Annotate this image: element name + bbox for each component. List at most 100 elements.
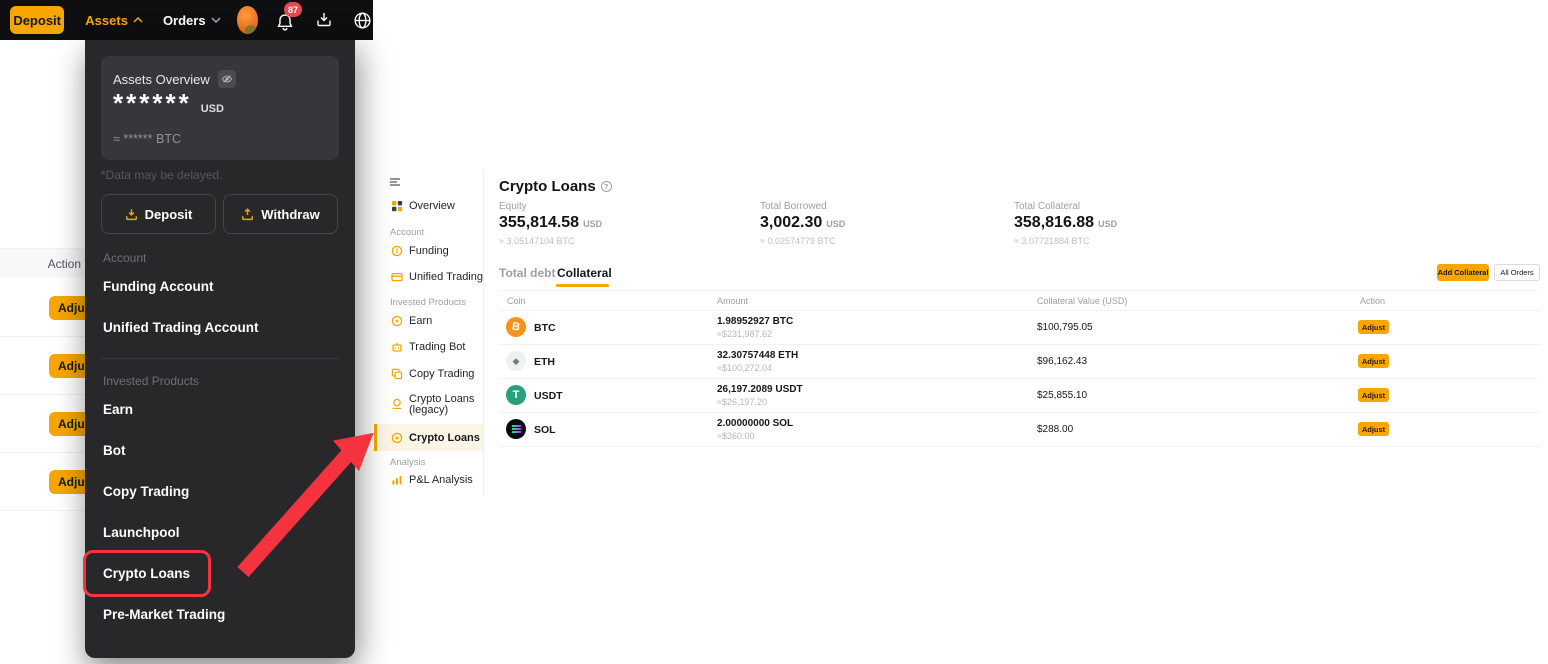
nav-orders-label: Orders — [163, 13, 206, 28]
menu-item-earn[interactable]: Earn — [103, 402, 133, 417]
col-header-coin: Coin — [507, 296, 526, 306]
menu-item-copy-trading[interactable]: Copy Trading — [103, 484, 189, 499]
divider — [499, 378, 1540, 379]
page-title: Crypto Loans ? — [499, 178, 612, 195]
divider — [101, 358, 339, 359]
all-orders-button[interactable]: All Orders — [1494, 264, 1540, 281]
nav-orders-menu[interactable]: Orders — [163, 13, 221, 28]
menu-item-launchpool[interactable]: Launchpool — [103, 525, 180, 540]
chevron-down-icon — [211, 17, 221, 23]
page-title-text: Crypto Loans — [499, 178, 596, 195]
screen: Action Adjust Adjust Adjust Adjust Depos… — [0, 0, 1548, 664]
divider — [499, 290, 1540, 291]
masked-balance: ****** — [113, 88, 192, 119]
dropdown-deposit-label: Deposit — [145, 207, 193, 222]
adjust-button[interactable]: Adjust — [1358, 422, 1389, 436]
equity-label: Equity — [499, 201, 527, 212]
total-borrowed-currency: USD — [826, 219, 845, 229]
sidebar-section-account: Account — [390, 227, 424, 238]
collateral-value: $100,795.05 — [1037, 322, 1093, 333]
add-collateral-button[interactable]: Add Collateral — [1437, 264, 1489, 281]
menu-item-bot[interactable]: Bot — [103, 443, 126, 458]
dropdown-withdraw-button[interactable]: Withdraw — [223, 194, 338, 234]
nav-assets-menu[interactable]: Assets — [85, 13, 143, 28]
sidebar-item-crypto-loans-active[interactable]: Crypto Loans — [374, 424, 483, 451]
btc-coin-icon: B — [506, 317, 526, 337]
deposit-button[interactable]: Deposit — [10, 6, 64, 34]
menu-item-unified-trading-account[interactable]: Unified Trading Account — [103, 320, 259, 335]
sidebar-item-crypto-loans-legacy[interactable]: Crypto Loans (legacy) — [391, 394, 485, 416]
amount: 2.00000000 SOL — [717, 418, 793, 429]
sidebar-item-unified-trading[interactable]: Unified Trading — [391, 271, 483, 283]
total-borrowed-btc: ≈ 0.02574779 BTC — [760, 236, 836, 246]
funding-icon — [391, 245, 403, 257]
globe-icon — [352, 10, 373, 31]
divider — [0, 394, 86, 395]
action-column-header: Action — [48, 257, 81, 271]
coin-symbol: SOL — [534, 424, 556, 436]
amount-usd: ≈$100,272.04 — [717, 363, 772, 373]
sidebar-item-trading-bot[interactable]: Trading Bot — [391, 341, 465, 353]
earn-icon — [391, 315, 403, 327]
balance-currency: USD — [201, 103, 224, 115]
total-borrowed-label: Total Borrowed — [760, 201, 827, 212]
nav-assets-label: Assets — [85, 13, 128, 28]
toggle-balance-visibility[interactable] — [218, 70, 236, 88]
divider — [499, 446, 1540, 447]
adjust-button[interactable]: Adjust — [1358, 388, 1389, 402]
crypto-loans-legacy-icon — [391, 398, 403, 410]
amount: 32.30757448 ETH — [717, 350, 798, 361]
sidebar-section-analysis: Analysis — [390, 457, 425, 468]
language-button[interactable] — [352, 9, 373, 31]
sidebar-item-pnl-analysis[interactable]: P&L Analysis — [391, 474, 473, 486]
sidebar-item-earn[interactable]: Earn — [391, 315, 432, 327]
amount-usd: ≈$360.00 — [717, 431, 754, 441]
amount: 1.98952927 BTC — [717, 316, 793, 327]
sidebar-collapse-button[interactable] — [389, 176, 401, 188]
equity-currency: USD — [583, 219, 602, 229]
invested-products-section-label: Invested Products — [103, 374, 199, 388]
notification-bell[interactable]: 87 — [274, 6, 296, 34]
download-button[interactable] — [314, 9, 334, 31]
sidebar-item-copy-trading[interactable]: Copy Trading — [391, 368, 474, 380]
equity-value: 355,814.58 USD — [499, 214, 602, 232]
collateral-value: $288.00 — [1037, 424, 1073, 435]
adjust-button[interactable]: Adjust — [1358, 320, 1389, 334]
menu-item-funding-account[interactable]: Funding Account — [103, 279, 213, 294]
avatar-detail — [245, 25, 257, 34]
tab-total-debt[interactable]: Total debt — [499, 266, 555, 280]
total-borrowed-amount: 3,002.30 — [760, 214, 822, 232]
dropdown-deposit-button[interactable]: Deposit — [101, 194, 216, 234]
chevron-up-icon — [133, 17, 143, 23]
divider — [0, 452, 86, 453]
usdt-coin-icon: T — [506, 385, 526, 405]
copy-trading-icon — [391, 368, 403, 380]
amount: 26,197.2089 USDT — [717, 384, 803, 395]
unified-trading-icon — [391, 271, 403, 283]
divider — [499, 310, 1540, 311]
avatar[interactable] — [237, 6, 258, 34]
data-delay-note: *Data may be delayed. — [101, 168, 222, 182]
eye-off-icon — [221, 73, 233, 85]
total-collateral-btc: ≈ 3.07721884 BTC — [1014, 236, 1090, 246]
sidebar-item-label: Unified Trading — [409, 271, 483, 283]
menu-item-pre-market-trading[interactable]: Pre-Market Trading — [103, 607, 225, 622]
adjust-button[interactable]: Adjust — [1358, 354, 1389, 368]
sidebar-item-label: Crypto Loans — [409, 432, 480, 444]
equity-amount: 355,814.58 — [499, 214, 579, 232]
sidebar-item-overview[interactable]: Overview — [391, 200, 455, 212]
sidebar-item-label: Crypto Loans (legacy) — [409, 394, 485, 416]
divider — [0, 336, 86, 337]
sidebar-item-funding[interactable]: Funding — [391, 245, 449, 257]
col-header-amount: Amount — [717, 296, 748, 306]
sidebar-divider — [483, 170, 484, 496]
top-navbar: Deposit Assets Orders 87 — [0, 0, 373, 40]
total-collateral-value: 358,816.88 USD — [1014, 214, 1117, 232]
total-borrowed-value: 3,002.30 USD — [760, 214, 845, 232]
sol-coin-icon — [506, 419, 526, 439]
sidebar-item-label: Trading Bot — [409, 341, 465, 353]
help-icon[interactable]: ? — [601, 181, 612, 192]
coin-symbol: ETH — [534, 356, 555, 368]
amount-usd: ≈$26,197.20 — [717, 397, 767, 407]
tab-collateral[interactable]: Collateral — [557, 266, 612, 280]
